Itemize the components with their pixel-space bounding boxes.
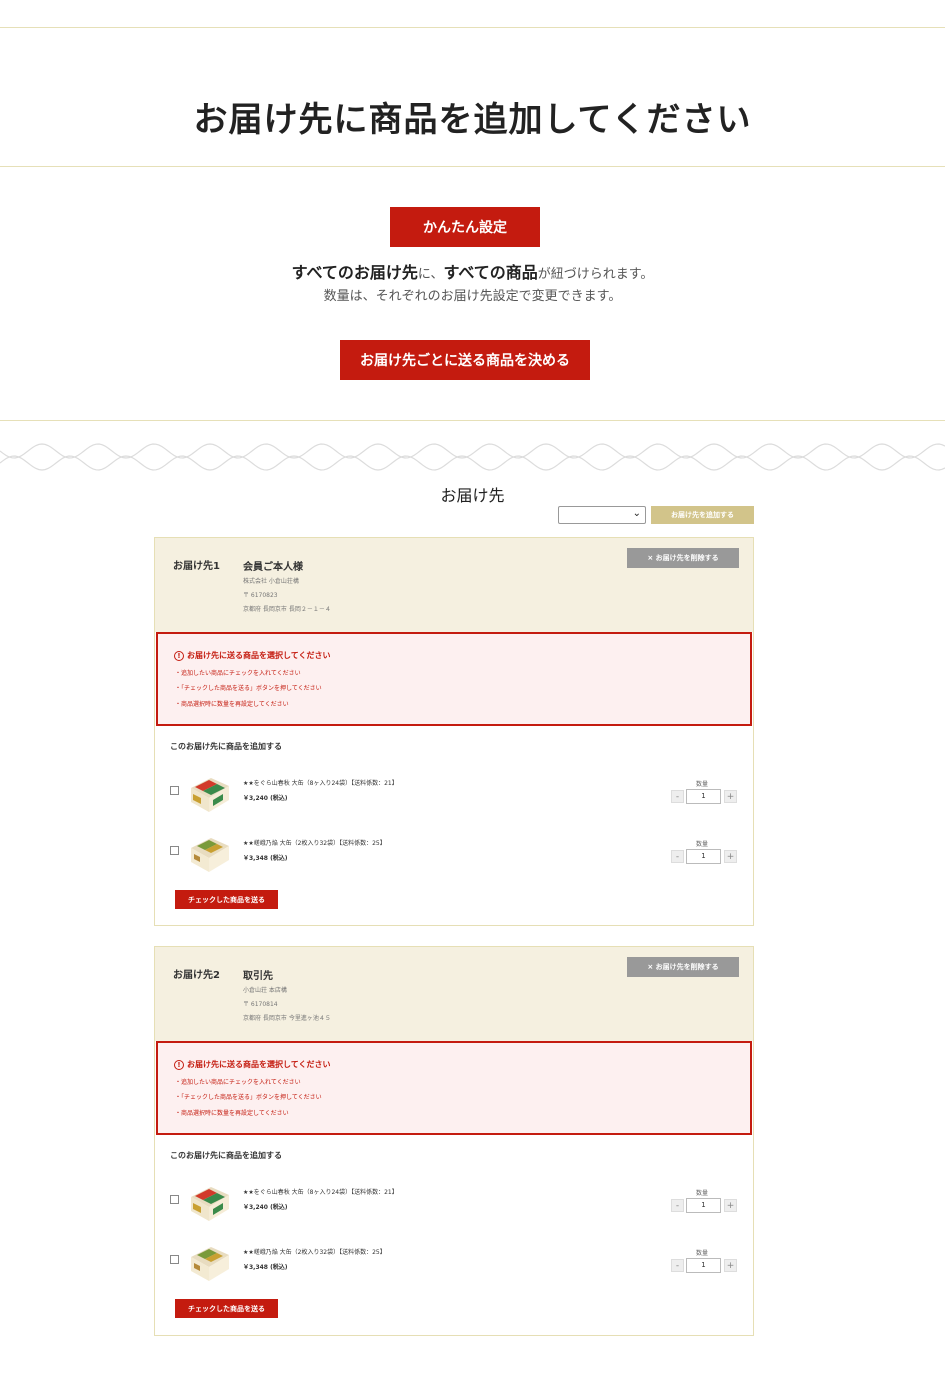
destination-zip: 〒 6170814	[243, 1001, 278, 1008]
quantity-increment-button[interactable]: +	[724, 1259, 737, 1272]
product-price: ￥3,348 (税込)	[243, 1264, 288, 1271]
section-divider	[0, 420, 945, 421]
warning-icon: !	[174, 650, 184, 661]
quantity-decrement-button[interactable]: -	[671, 790, 684, 803]
product-checkbox[interactable]	[170, 846, 179, 855]
delete-destination-button[interactable]: × お届け先を削除する	[627, 957, 739, 977]
per-destination-button[interactable]: お届け先ごとに送る商品を決める	[340, 340, 590, 380]
product-name: ★★嵯峨乃焔 大缶（2枚入り32袋）【送料係数：25】	[243, 1249, 386, 1256]
destination-select[interactable]: ⌄	[558, 506, 646, 524]
quantity-decrement-button[interactable]: -	[671, 850, 684, 863]
desc-bold-all-products: すべての商品	[443, 263, 538, 282]
warning-item: ・「チェックした商品を送る」ボタンを押してください	[175, 685, 322, 692]
desc-text-ni: に、	[417, 267, 444, 282]
quantity-label: 数量	[696, 1250, 709, 1257]
product-row: ★★嵯峨乃焔 大缶（2枚入り32袋）【送料係数：25】 ￥3,348 (税込) …	[155, 1239, 753, 1283]
product-image	[191, 778, 229, 812]
product-row: ★★嵯峨乃焔 大缶（2枚入り32袋）【送料係数：25】 ￥3,348 (税込) …	[155, 830, 753, 874]
warning-title-text: お届け先に送る商品を選択してください	[187, 651, 331, 660]
page-title: お届け先に商品を追加してください	[193, 100, 752, 140]
warning-item: ・追加したい商品にチェックを入れてください	[175, 1079, 301, 1086]
easy-setup-button[interactable]: かんたん設定	[390, 207, 540, 247]
send-checked-products-button[interactable]: チェックした商品を送る	[175, 1299, 278, 1318]
product-price: ￥3,240 (税込)	[243, 795, 288, 802]
destination-number: お届け先1	[173, 561, 220, 572]
product-price: ￥3,348 (税込)	[243, 855, 288, 862]
destination-header: お届け先1 会員ご本人様 株式会社 小倉山荘構 〒 6170823 京都府 長岡…	[155, 538, 753, 632]
desc-bold-all-destinations: すべてのお届け先	[291, 263, 418, 282]
destination-zip: 〒 6170823	[243, 592, 278, 599]
destination-address: 京都府 長岡京市 長岡２－１－４	[243, 606, 331, 613]
quantity-input[interactable]: 1	[686, 1258, 721, 1273]
add-destination-button[interactable]: お届け先を追加する	[651, 506, 754, 524]
destination-company: 小倉山荘 本店構	[243, 987, 287, 994]
destination-card: お届け先2 取引先 小倉山荘 本店構 〒 6170814 京都府 長岡京市 今里…	[154, 946, 754, 1336]
product-checkbox[interactable]	[170, 1195, 179, 1204]
quantity-label: 数量	[696, 781, 709, 788]
product-image	[191, 838, 229, 872]
send-checked-products-button[interactable]: チェックした商品を送る	[175, 890, 278, 909]
warning-icon: !	[174, 1059, 184, 1070]
quantity-increment-button[interactable]: +	[724, 1199, 737, 1212]
warning-item: ・「チェックした商品を送る」ボタンを押してください	[175, 1094, 322, 1101]
quantity-decrement-button[interactable]: -	[671, 1199, 684, 1212]
quantity-input[interactable]: 1	[686, 789, 721, 804]
destinations-section-title: お届け先	[440, 486, 505, 505]
easy-setup-description: すべてのお届け先に、すべての商品が紐づけられます。	[0, 259, 945, 283]
warning-title: ! お届け先に送る商品を選択してください	[174, 650, 331, 661]
warning-item: ・商品選択時に数量を再設定してください	[175, 1110, 289, 1117]
add-products-title: このお届け先に商品を追加する	[170, 1151, 282, 1160]
warning-item: ・商品選択時に数量を再設定してください	[175, 701, 289, 708]
destination-number: お届け先2	[173, 970, 220, 981]
top-divider	[0, 27, 945, 28]
chevron-down-icon: ⌄	[632, 508, 641, 519]
warning-title: ! お届け先に送る商品を選択してください	[174, 1059, 331, 1070]
product-name: ★★をぐら山春秋 大缶（8ヶ入り24袋）【送料係数：21】	[243, 780, 398, 787]
quantity-increment-button[interactable]: +	[724, 850, 737, 863]
destination-header: お届け先2 取引先 小倉山荘 本店構 〒 6170814 京都府 長岡京市 今里…	[155, 947, 753, 1041]
quantity-input[interactable]: 1	[686, 1198, 721, 1213]
product-image	[191, 1247, 229, 1281]
warning-title-text: お届け先に送る商品を選択してください	[187, 1060, 331, 1069]
destination-address: 京都府 長岡京市 今里進ヶ池４５	[243, 1015, 331, 1022]
destination-name: 取引先	[243, 971, 273, 982]
title-divider	[0, 166, 945, 167]
warning-box: ! お届け先に送る商品を選択してください ・追加したい商品にチェックを入れてくだ…	[156, 1041, 752, 1135]
product-name: ★★嵯峨乃焔 大缶（2枚入り32袋）【送料係数：25】	[243, 840, 386, 847]
delete-destination-button[interactable]: × お届け先を削除する	[627, 548, 739, 568]
product-image	[191, 1187, 229, 1221]
quantity-input[interactable]: 1	[686, 849, 721, 864]
easy-setup-note: 数量は、それぞれのお届け先設定で変更できます。	[323, 289, 622, 304]
product-checkbox[interactable]	[170, 786, 179, 795]
warning-box: ! お届け先に送る商品を選択してください ・追加したい商品にチェックを入れてくだ…	[156, 632, 752, 726]
quantity-increment-button[interactable]: +	[724, 790, 737, 803]
warning-item: ・追加したい商品にチェックを入れてください	[175, 670, 301, 677]
quantity-label: 数量	[696, 841, 709, 848]
wave-decoration	[0, 443, 945, 471]
destination-name: 会員ご本人様	[243, 562, 303, 573]
destination-card: お届け先1 会員ご本人様 株式会社 小倉山荘構 〒 6170823 京都府 長岡…	[154, 537, 754, 926]
desc-text-linked: が紐づけられます。	[537, 267, 654, 282]
destination-company: 株式会社 小倉山荘構	[243, 578, 299, 585]
quantity-label: 数量	[696, 1190, 709, 1197]
product-name: ★★をぐら山春秋 大缶（8ヶ入り24袋）【送料係数：21】	[243, 1189, 398, 1196]
product-row: ★★をぐら山春秋 大缶（8ヶ入り24袋）【送料係数：21】 ￥3,240 (税込…	[155, 770, 753, 814]
product-row: ★★をぐら山春秋 大缶（8ヶ入り24袋）【送料係数：21】 ￥3,240 (税込…	[155, 1179, 753, 1223]
product-price: ￥3,240 (税込)	[243, 1204, 288, 1211]
quantity-decrement-button[interactable]: -	[671, 1259, 684, 1272]
add-products-title: このお届け先に商品を追加する	[170, 742, 282, 751]
product-checkbox[interactable]	[170, 1255, 179, 1264]
